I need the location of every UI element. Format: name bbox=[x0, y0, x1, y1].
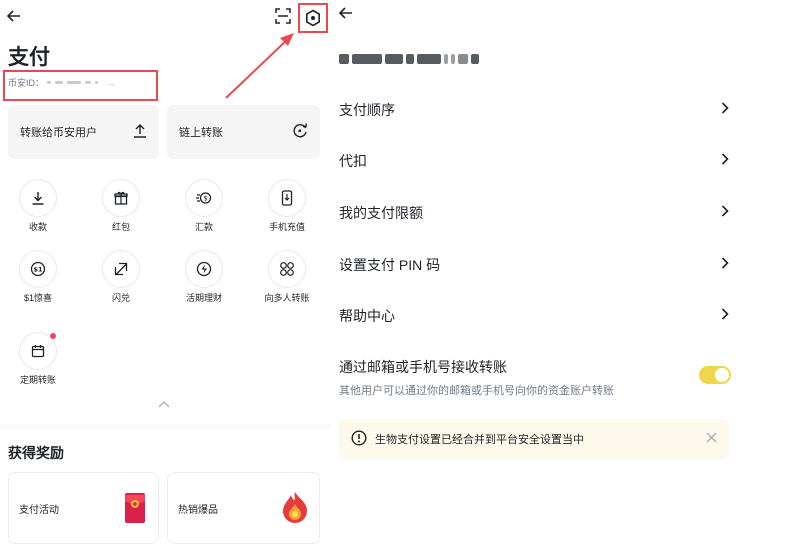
receive-transfer-setting: 通过邮箱或手机号接收转账 其他用户可以通过你的邮箱或手机号向你的资金账户转账 bbox=[339, 357, 731, 398]
page-title: 支付 bbox=[8, 46, 50, 69]
chevron-right-icon bbox=[721, 101, 729, 119]
info-icon bbox=[351, 429, 367, 449]
menu-label: 帮助中心 bbox=[339, 308, 395, 324]
chevron-up-icon[interactable] bbox=[157, 397, 171, 411]
reward-label: 热销爆品 bbox=[178, 504, 218, 516]
grid-label: 定期转账 bbox=[19, 375, 56, 385]
payment-settings-screen: 支付顺序 代扣 我的支付限额 设置支付 PIN 码 帮助中心 通过邮箱或手机号接… bbox=[330, 0, 800, 549]
payment-campaign-card[interactable]: 支付活动 bbox=[8, 472, 159, 544]
setting-title: 通过邮箱或手机号接收转账 bbox=[339, 359, 507, 375]
gift-icon bbox=[102, 179, 140, 217]
reward-label: 支付活动 bbox=[19, 504, 59, 516]
card-label: 转账给币安用户 bbox=[20, 127, 97, 139]
setting-description: 其他用户可以通过你的邮箱或手机号向你的资金账户转账 bbox=[339, 385, 614, 397]
menu-label: 代扣 bbox=[339, 153, 367, 169]
phone-topup-icon bbox=[268, 179, 306, 217]
calendar-icon bbox=[19, 332, 57, 370]
menu-label: 支付顺序 bbox=[339, 102, 395, 118]
notification-dot bbox=[50, 333, 56, 339]
menu-item-payment-order[interactable]: 支付顺序 bbox=[339, 98, 729, 122]
grid-label: 闪兑 bbox=[111, 293, 130, 303]
grid-item-dollar-surprise[interactable]: $1 $1惊喜 bbox=[3, 250, 73, 304]
upload-icon bbox=[133, 123, 147, 141]
scan-icon[interactable] bbox=[274, 7, 292, 25]
grid-item-red-packet[interactable]: 红包 bbox=[86, 179, 156, 233]
grid-label: 红包 bbox=[111, 222, 130, 232]
back-arrow-icon[interactable] bbox=[6, 8, 22, 24]
biometric-notice-banner: 生物支付设置已经合并到平台安全设置当中 bbox=[339, 419, 729, 459]
grid-item-receive[interactable]: 收款 bbox=[3, 179, 73, 233]
multi-transfer-icon bbox=[268, 250, 306, 288]
grid-label: 手机充值 bbox=[268, 222, 305, 232]
receive-transfer-toggle[interactable] bbox=[699, 366, 731, 384]
grid-label: 收款 bbox=[28, 222, 47, 232]
grid-label: 汇款 bbox=[194, 222, 213, 232]
menu-item-auto-debit[interactable]: 代扣 bbox=[339, 149, 729, 173]
chevron-right-icon bbox=[721, 256, 729, 274]
grid-item-phone-topup[interactable]: 手机充值 bbox=[252, 179, 322, 233]
close-icon[interactable] bbox=[706, 432, 717, 446]
chevron-right-icon bbox=[721, 204, 729, 222]
dollar-coin-icon: $1 bbox=[19, 250, 57, 288]
menu-item-payment-limits[interactable]: 我的支付限额 bbox=[339, 201, 729, 225]
grid-item-savings[interactable]: 活期理财 bbox=[169, 250, 239, 304]
menu-item-help-center[interactable]: 帮助中心 bbox=[339, 304, 729, 328]
menu-label: 我的支付限额 bbox=[339, 205, 423, 221]
grid-item-remittance[interactable]: $ 汇款 bbox=[169, 179, 239, 233]
transfer-to-user-card[interactable]: 转账给币安用户 bbox=[8, 105, 159, 159]
card-label: 链上转账 bbox=[179, 127, 223, 139]
grid-label: 活期理财 bbox=[185, 293, 222, 303]
red-envelope-icon bbox=[122, 489, 148, 528]
download-icon bbox=[19, 179, 57, 217]
menu-item-set-pin[interactable]: 设置支付 PIN 码 bbox=[339, 253, 729, 277]
onchain-transfer-card[interactable]: 链上转账 bbox=[167, 105, 320, 159]
svg-text:$1: $1 bbox=[33, 266, 43, 274]
settings-icon[interactable] bbox=[298, 3, 328, 33]
hot-products-card[interactable]: 热销爆品 bbox=[167, 472, 320, 544]
grid-item-swap[interactable]: 闪兑 bbox=[86, 250, 156, 304]
binance-id-label: 币安ID： bbox=[8, 78, 45, 88]
chevron-right-icon: → bbox=[107, 77, 117, 88]
notice-text: 生物支付设置已经合并到平台安全设置当中 bbox=[375, 434, 584, 446]
grid-label: 向多人转账 bbox=[264, 293, 310, 303]
binance-id[interactable]: 币安ID： → bbox=[8, 76, 116, 89]
swap-icon bbox=[102, 250, 140, 288]
grid-label: $1惊喜 bbox=[23, 293, 52, 303]
back-arrow-icon[interactable] bbox=[338, 5, 354, 21]
chevron-right-icon bbox=[721, 152, 729, 170]
grid-item-multi-transfer[interactable]: 向多人转账 bbox=[252, 250, 322, 304]
fire-icon bbox=[281, 490, 309, 527]
section-divider bbox=[0, 424, 330, 430]
menu-label: 设置支付 PIN 码 bbox=[339, 257, 441, 273]
svg-text:$: $ bbox=[203, 195, 207, 203]
binance-id-value-blurred bbox=[47, 81, 99, 84]
grid-item-scheduled-transfer[interactable]: 定期转账 bbox=[3, 332, 73, 386]
savings-icon bbox=[185, 250, 223, 288]
account-name-blurred bbox=[339, 54, 479, 64]
chevron-right-icon bbox=[721, 307, 729, 325]
toggle-knob bbox=[715, 368, 729, 382]
chain-transfer-icon bbox=[293, 123, 308, 141]
payment-screen: 支付 币安ID： → 转账给币安用户 链上转账 收款 红包 $ 汇款 手机充值 … bbox=[0, 0, 330, 549]
rewards-section-title: 获得奖励 bbox=[8, 445, 64, 461]
remittance-icon: $ bbox=[185, 179, 223, 217]
